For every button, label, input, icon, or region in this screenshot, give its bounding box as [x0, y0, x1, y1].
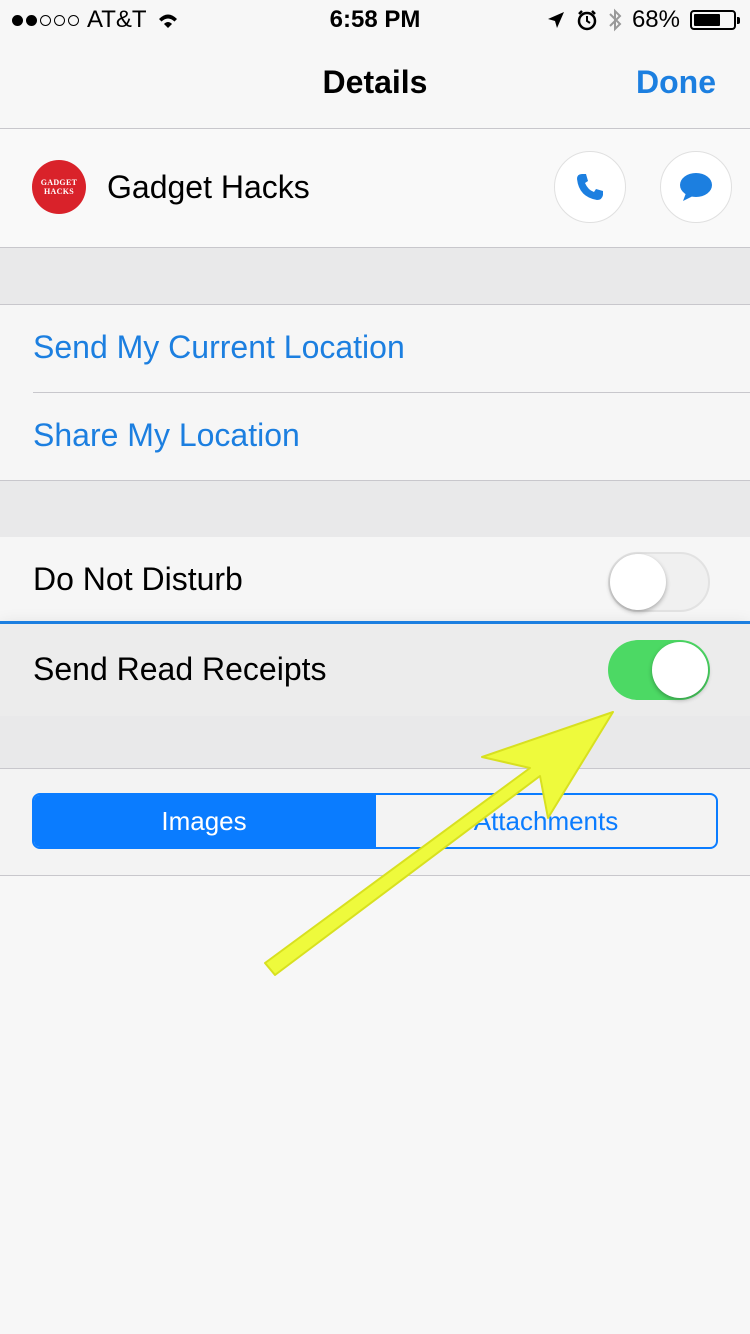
bluetooth-icon [609, 8, 622, 32]
call-button[interactable] [554, 151, 626, 223]
send-read-receipts-label: Send Read Receipts [33, 651, 327, 687]
avatar-line-1: GADGET [40, 178, 78, 187]
done-button[interactable]: Done [636, 64, 716, 101]
share-location-label: Share My Location [33, 417, 300, 453]
contact-name: Gadget Hacks [107, 169, 310, 205]
send-current-location-label: Send My Current Location [33, 329, 405, 365]
toggle-knob [610, 554, 666, 610]
section-gap [0, 716, 750, 769]
status-right: 68% [546, 6, 740, 34]
alarm-icon [577, 10, 597, 31]
contact-row[interactable]: GADGET HACKS Gadget Hacks [0, 129, 750, 248]
avatar-line-2: HACKS [44, 187, 74, 196]
navigation-bar: Details Done [0, 40, 750, 129]
avatar: GADGET HACKS [32, 160, 86, 214]
send-current-location-row[interactable]: Send My Current Location [0, 305, 750, 393]
section-gap [0, 480, 750, 538]
do-not-disturb-label: Do Not Disturb [33, 561, 243, 597]
message-button[interactable] [660, 151, 732, 223]
share-location-row[interactable]: Share My Location [0, 393, 750, 481]
phone-icon [577, 174, 603, 200]
battery-icon [690, 10, 740, 30]
status-bar: AT&T 6:58 PM 68% [0, 0, 750, 40]
send-read-receipts-toggle[interactable] [608, 640, 710, 700]
segment-images[interactable]: Images [34, 795, 374, 847]
segment-attachments[interactable]: Attachments [374, 795, 716, 847]
battery-percent: 68% [631, 6, 680, 33]
images-attachments-segmented-control: Images Attachments [32, 793, 718, 849]
do-not-disturb-toggle[interactable] [608, 552, 710, 612]
send-read-receipts-row: Send Read Receipts [0, 621, 750, 721]
message-bubble-icon [680, 173, 712, 201]
location-arrow-icon [547, 12, 564, 28]
do-not-disturb-row: Do Not Disturb [0, 537, 750, 625]
battery-fill [694, 14, 720, 26]
section-gap [0, 248, 750, 305]
toggle-knob [652, 642, 708, 698]
